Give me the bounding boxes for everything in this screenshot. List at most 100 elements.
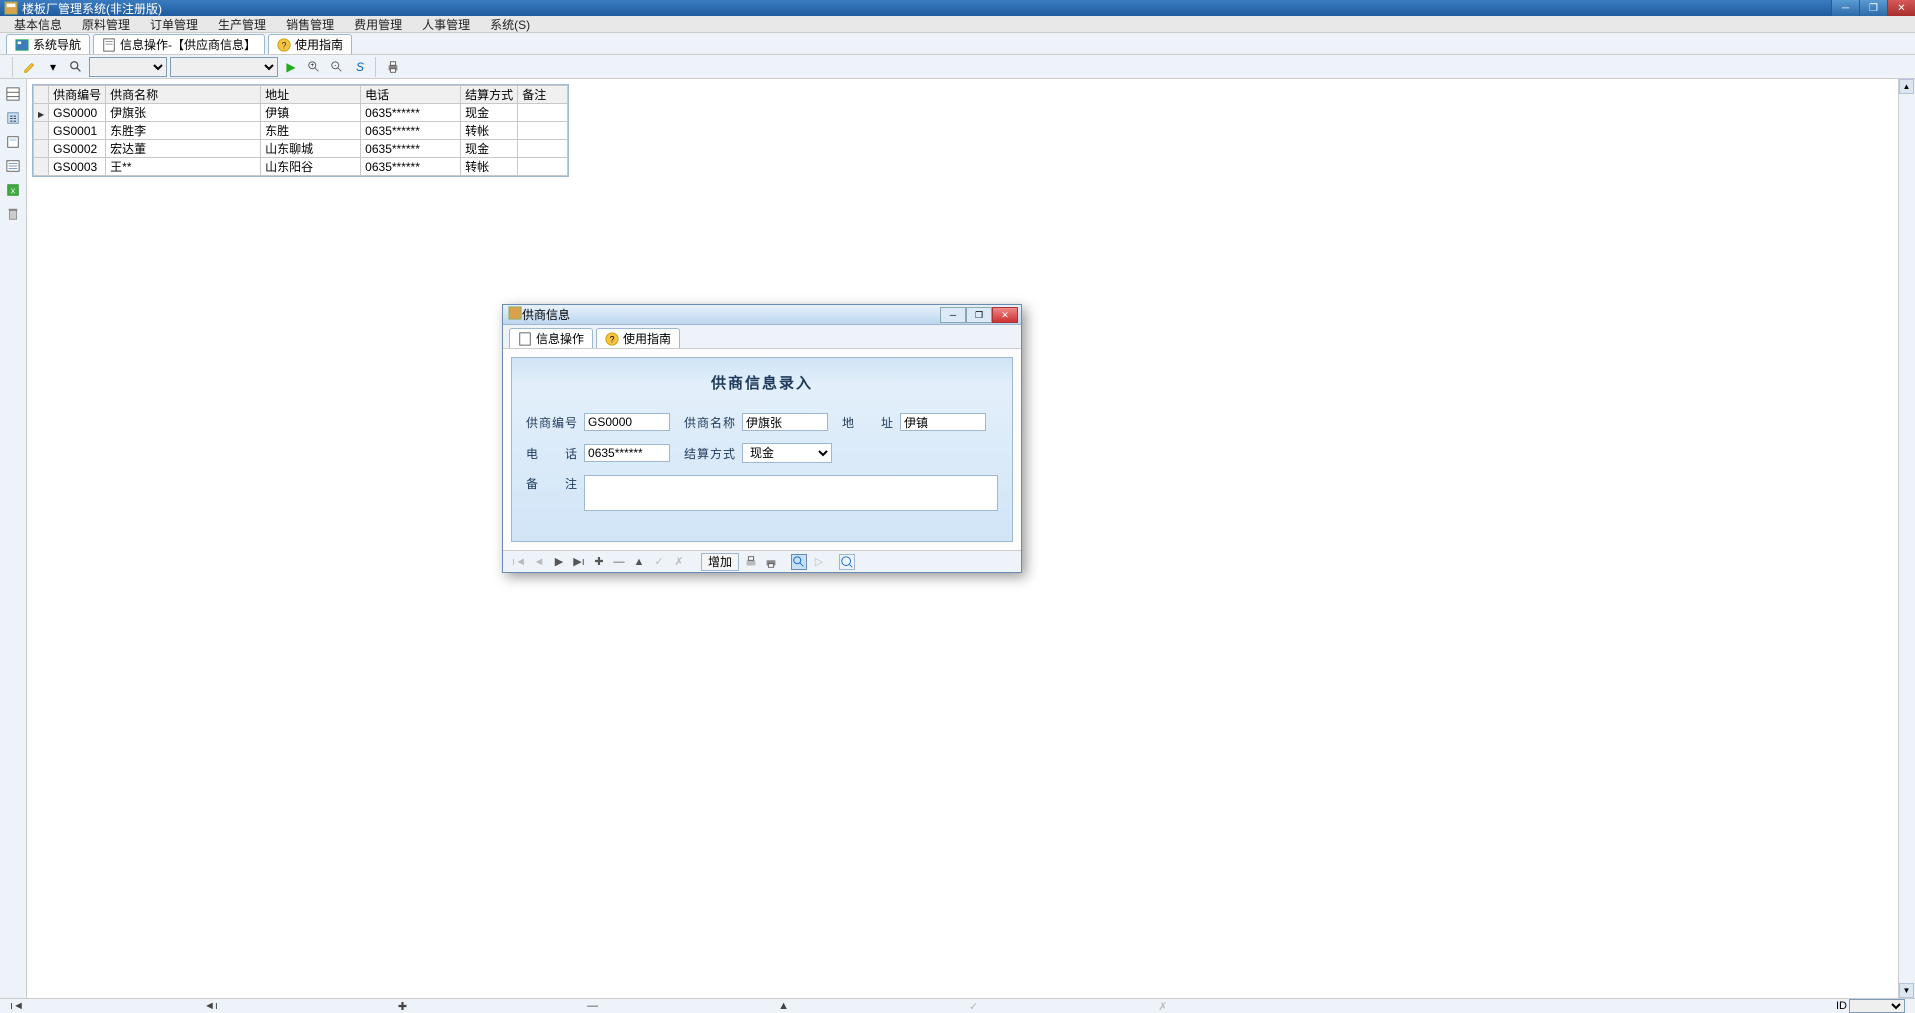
- dropdown-icon[interactable]: ▾: [43, 57, 63, 77]
- dialog-maximize-button[interactable]: ❐: [966, 307, 992, 323]
- run-icon[interactable]: ▶: [281, 57, 301, 77]
- menu-bar: 基本信息 原料管理 订单管理 生产管理 销售管理 费用管理 人事管理 系统(S): [0, 16, 1915, 33]
- edit-icon[interactable]: [20, 57, 40, 77]
- preview-icon[interactable]: [839, 554, 855, 570]
- search-icon[interactable]: [791, 554, 807, 570]
- menu-basic-info[interactable]: 基本信息: [4, 15, 72, 34]
- zoom-in-icon[interactable]: +: [304, 57, 324, 77]
- supplier-grid[interactable]: 供商编号供商名称地址电话结算方式备注GS0000伊旗张伊镇0635******现…: [32, 84, 569, 177]
- phone-field[interactable]: [584, 444, 670, 462]
- app-icon: [4, 1, 18, 15]
- nav-add-icon[interactable]: ✚: [398, 1000, 407, 1013]
- sidebar-delete-icon[interactable]: [4, 205, 22, 223]
- menu-raw-materials[interactable]: 原料管理: [72, 15, 140, 34]
- main-toolbar: ▾ ▶ + - S: [0, 55, 1915, 79]
- grid-header[interactable]: 备注: [518, 86, 568, 104]
- print-icon[interactable]: [763, 554, 779, 570]
- svg-text:X: X: [11, 189, 16, 196]
- tab-label: 使用指南: [623, 330, 671, 347]
- nav-cancel-icon[interactable]: ✗: [1158, 1000, 1167, 1013]
- nav-next-icon[interactable]: ▶: [551, 554, 567, 570]
- svg-text:☷: ☷: [9, 115, 16, 124]
- window-close-button[interactable]: ✕: [1887, 0, 1915, 16]
- dialog-minimize-button[interactable]: ─: [940, 307, 966, 323]
- tab-label: 信息操作: [536, 330, 584, 347]
- nav-add-icon[interactable]: ✚: [591, 554, 607, 570]
- dialog-tab-info[interactable]: 信息操作: [509, 328, 593, 348]
- document-icon: [102, 38, 116, 52]
- play-icon[interactable]: ▷: [811, 554, 827, 570]
- dialog-close-button[interactable]: ✕: [992, 307, 1018, 323]
- nav-delete-icon[interactable]: —: [587, 1000, 598, 1012]
- grid-header[interactable]: 地址: [261, 86, 361, 104]
- id-label: ID: [1836, 1000, 1847, 1012]
- table-row[interactable]: GS0002宏达董山东聊城0635******现金: [34, 140, 568, 158]
- payment-method-select[interactable]: 现金转帐: [742, 443, 832, 463]
- nav-first-icon[interactable]: ı◄: [511, 554, 527, 570]
- remark-field[interactable]: [584, 475, 998, 511]
- print-preview-icon[interactable]: [743, 554, 759, 570]
- dialog-toolbar: ı◄ ◄ ▶ ▶ı ✚ — ▲ ✓ ✗ 增加 ▷: [503, 550, 1021, 572]
- supplier-name-field[interactable]: [742, 413, 828, 431]
- window-title: 楼板厂管理系统(非注册版): [22, 0, 162, 17]
- zoom-out-icon[interactable]: -: [327, 57, 347, 77]
- id-select[interactable]: [1849, 999, 1905, 1013]
- table-row[interactable]: GS0003王**山东阳谷0635******转帐: [34, 158, 568, 176]
- svg-text:?: ?: [282, 40, 287, 50]
- tab-info-operation[interactable]: 信息操作-【供应商信息】: [93, 34, 265, 54]
- sidebar-form-icon[interactable]: ☷: [4, 109, 22, 127]
- tab-label: 系统导航: [33, 36, 81, 53]
- menu-expenses[interactable]: 费用管理: [344, 15, 412, 34]
- tab-usage-guide[interactable]: ? 使用指南: [268, 34, 352, 54]
- refresh-icon[interactable]: S: [350, 57, 370, 77]
- address-field[interactable]: [900, 413, 986, 431]
- nav-edit-icon[interactable]: ▲: [778, 1000, 789, 1012]
- window-minimize-button[interactable]: ─: [1831, 0, 1859, 16]
- add-button[interactable]: 增加: [701, 553, 739, 571]
- nav-delete-icon[interactable]: —: [611, 554, 627, 570]
- nav-first-icon[interactable]: ı◄: [10, 1000, 24, 1012]
- supplier-dialog: 供商信息 ─ ❐ ✕ 信息操作 ? 使用指南 供商信息录入 供商编号 供商名称 …: [502, 304, 1022, 573]
- menu-production[interactable]: 生产管理: [208, 15, 276, 34]
- scroll-down-icon[interactable]: ▼: [1899, 983, 1914, 998]
- nav-save-icon[interactable]: ✓: [969, 1000, 978, 1013]
- tab-label: 信息操作-【供应商信息】: [120, 36, 256, 53]
- filter-field-select[interactable]: [89, 57, 167, 77]
- scroll-up-icon[interactable]: ▲: [1899, 79, 1914, 94]
- menu-hr[interactable]: 人事管理: [412, 15, 480, 34]
- vertical-scrollbar[interactable]: ▲ ▼: [1898, 79, 1915, 998]
- dialog-tab-bar: 信息操作 ? 使用指南: [503, 325, 1021, 349]
- grid-header[interactable]: 结算方式: [461, 86, 518, 104]
- print-icon[interactable]: [383, 57, 403, 77]
- document-icon: [518, 332, 532, 346]
- search-icon[interactable]: [66, 57, 86, 77]
- dialog-titlebar[interactable]: 供商信息 ─ ❐ ✕: [503, 305, 1021, 325]
- menu-sales[interactable]: 销售管理: [276, 15, 344, 34]
- tab-system-nav[interactable]: 系统导航: [6, 34, 90, 54]
- nav-edit-icon[interactable]: ▲: [631, 554, 647, 570]
- nav-prev-icon[interactable]: ◄ı: [204, 1000, 218, 1012]
- dialog-tab-guide[interactable]: ? 使用指南: [596, 328, 680, 348]
- label-supplier-name: 供商名称: [684, 414, 736, 431]
- window-maximize-button[interactable]: ❐: [1859, 0, 1887, 16]
- sidebar-grid-icon[interactable]: [4, 85, 22, 103]
- filter-value-select[interactable]: [170, 57, 278, 77]
- nav-prev-icon[interactable]: ◄: [531, 554, 547, 570]
- grid-header[interactable]: 供商名称: [106, 86, 261, 104]
- nav-last-icon[interactable]: ▶ı: [571, 554, 587, 570]
- grid-header[interactable]: 供商编号: [49, 86, 106, 104]
- menu-orders[interactable]: 订单管理: [140, 15, 208, 34]
- sidebar-export-icon[interactable]: X: [4, 181, 22, 199]
- sidebar-list-icon[interactable]: [4, 157, 22, 175]
- nav-cancel-icon[interactable]: ✗: [671, 554, 687, 570]
- grid-header[interactable]: 电话: [361, 86, 461, 104]
- label-phone: 电 话: [526, 445, 578, 462]
- label-supplier-id: 供商编号: [526, 414, 578, 431]
- table-row[interactable]: GS0000伊旗张伊镇0635******现金: [34, 104, 568, 122]
- left-sidebar: ☷ X: [0, 79, 27, 998]
- help-icon: ?: [277, 38, 291, 52]
- table-row[interactable]: GS0001东胜李东胜0635******转帐: [34, 122, 568, 140]
- nav-save-icon[interactable]: ✓: [651, 554, 667, 570]
- menu-system[interactable]: 系统(S): [480, 15, 540, 34]
- sidebar-detail-icon[interactable]: [4, 133, 22, 151]
